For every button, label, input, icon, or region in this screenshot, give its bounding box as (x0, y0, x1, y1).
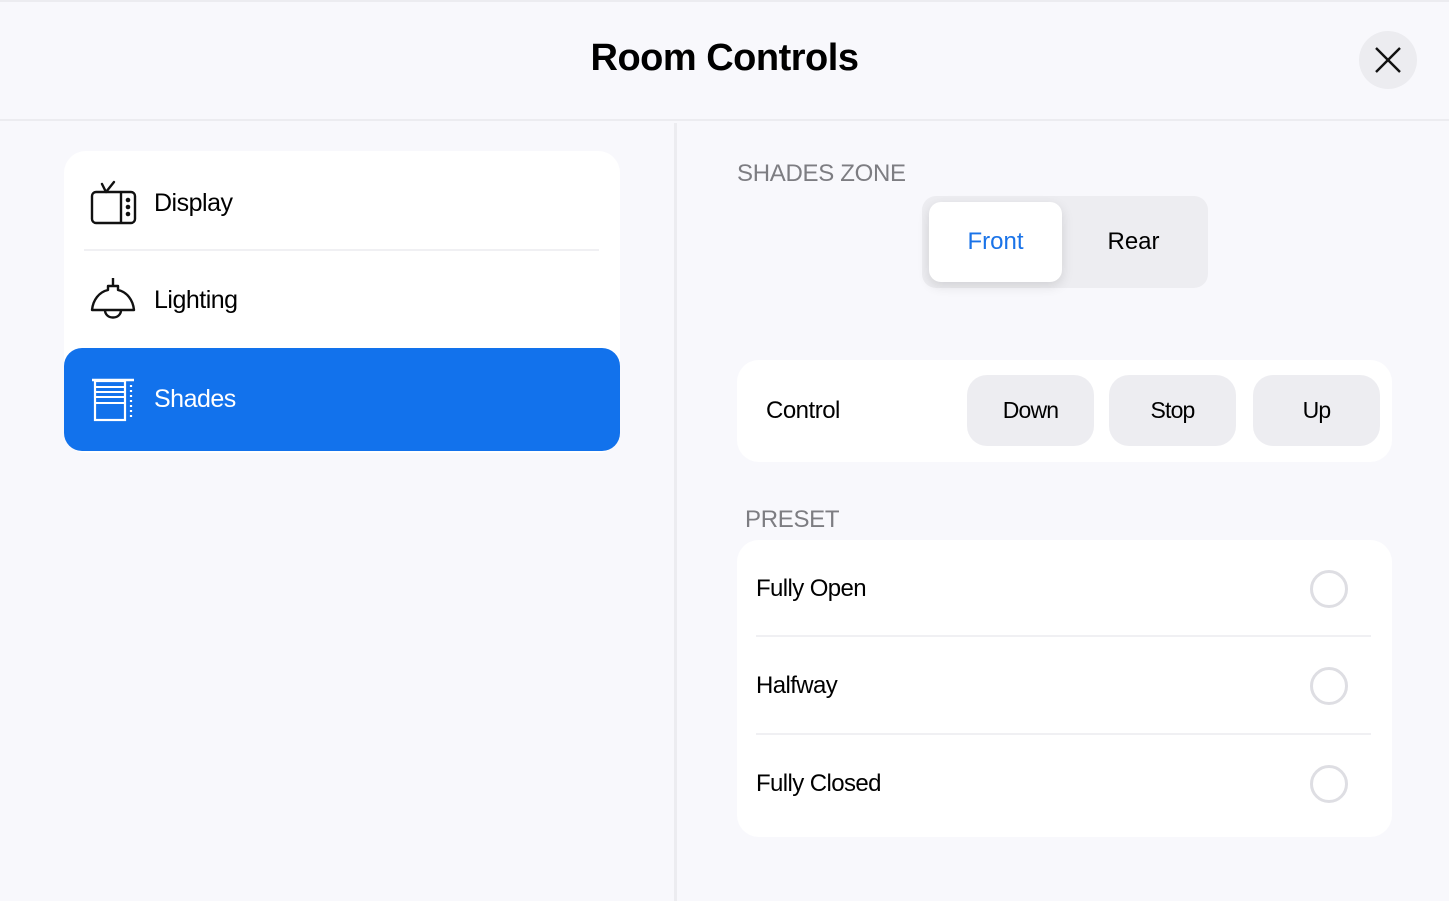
tv-icon (88, 178, 138, 228)
up-button[interactable]: Up (1253, 375, 1380, 446)
sidebar-item-shades[interactable]: Shades (64, 348, 620, 451)
down-button[interactable]: Down (967, 375, 1094, 446)
radio-button[interactable] (1310, 569, 1348, 608)
preset-card: Fully Open Halfway Fully Closed (737, 540, 1392, 837)
zone-front-button[interactable]: Front (929, 202, 1062, 282)
close-button[interactable] (1359, 31, 1417, 89)
zone-segmented-control: Front Rear (922, 196, 1208, 288)
control-card: Control Down Stop Up (737, 360, 1392, 462)
sidebar-item-display[interactable]: Display (64, 154, 620, 252)
page-title: Room Controls (590, 37, 859, 79)
panel-divider (674, 123, 677, 901)
preset-fully-open[interactable]: Fully Open (737, 540, 1392, 637)
sidebar-item-label: Display (154, 188, 233, 217)
sidebar-item-lighting[interactable]: Lighting (64, 251, 620, 349)
preset-option-label: Fully Open (756, 574, 867, 602)
preset-option-label: Fully Closed (756, 769, 881, 797)
zone-rear-button[interactable]: Rear (1067, 202, 1200, 282)
preset-option-label: Halfway (756, 671, 838, 699)
preset-halfway[interactable]: Halfway (737, 637, 1392, 734)
sidebar: Display Lighting Shades (64, 151, 620, 453)
sidebar-item-label: Lighting (154, 285, 238, 314)
preset-label: PRESET (745, 506, 840, 533)
radio-button[interactable] (1310, 666, 1348, 705)
shades-zone-label: SHADES ZONE (737, 160, 906, 187)
header: Room Controls (0, 2, 1449, 121)
window-shade-icon (88, 375, 138, 425)
preset-fully-closed[interactable]: Fully Closed (737, 735, 1392, 832)
radio-button[interactable] (1310, 764, 1348, 803)
close-icon (1375, 47, 1401, 73)
sidebar-item-label: Shades (154, 385, 236, 413)
control-label: Control (766, 397, 840, 424)
pendant-lamp-icon (88, 275, 138, 325)
stop-button[interactable]: Stop (1109, 375, 1236, 446)
